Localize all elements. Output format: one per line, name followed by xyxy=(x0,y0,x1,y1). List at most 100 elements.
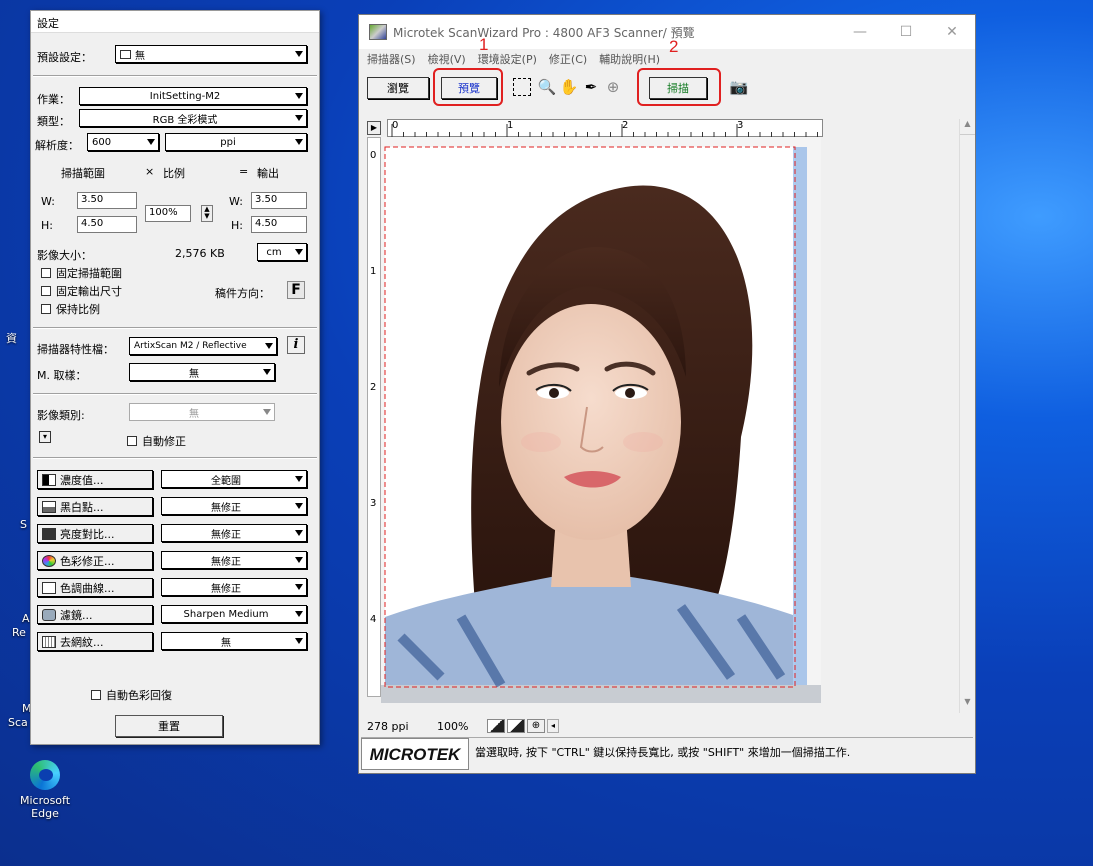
white-black-point-label: 黑白點... xyxy=(60,500,104,514)
resolution-unit-select[interactable]: ppi xyxy=(165,133,307,151)
highlight-preview xyxy=(433,68,503,106)
edge-label-line1: Microsoft xyxy=(19,794,71,807)
output-height-field[interactable]: 4.50 xyxy=(251,216,307,233)
scale-stepper[interactable]: ▲ ▼ xyxy=(201,205,213,222)
input-width-field[interactable]: 3.50 xyxy=(77,192,137,209)
orientation-button[interactable]: F xyxy=(287,281,305,299)
image-size-label: 影像大小： xyxy=(37,249,92,262)
resolution-unit: ppi xyxy=(220,136,236,148)
keep-ratio-checkbox[interactable]: 保持比例 xyxy=(41,301,100,317)
chevron-down-icon xyxy=(295,611,303,617)
preset-value: 無 xyxy=(135,50,145,62)
reset-button[interactable]: 重置 xyxy=(115,715,223,737)
filter-button[interactable]: 濾鏡... xyxy=(37,605,153,624)
chevron-down-icon xyxy=(295,249,303,255)
menu-help[interactable]: 輔助說明(H) xyxy=(599,51,660,67)
vertical-ruler: 0 1 2 3 4 xyxy=(367,137,381,697)
minimize-icon[interactable]: — xyxy=(837,15,883,49)
vertical-scrollbar[interactable]: ▲ ▼ xyxy=(959,119,975,713)
highlight-scan xyxy=(637,68,721,106)
sampling-select[interactable]: 無 xyxy=(129,363,275,381)
brightness-contrast-button[interactable]: 亮度對比... xyxy=(37,524,153,543)
density-select[interactable]: 全範圍 xyxy=(161,470,307,488)
ruler-h-label: 1 xyxy=(507,120,514,131)
scroll-down-icon[interactable]: ▼ xyxy=(960,697,975,713)
folder-icon xyxy=(120,49,131,59)
eyedropper-icon[interactable]: ✒ xyxy=(581,77,601,97)
white-black-point-select[interactable]: 無修正 xyxy=(161,497,307,515)
output-width-field[interactable]: 3.50 xyxy=(251,192,307,209)
maximize-icon[interactable]: ☐ xyxy=(883,15,929,49)
settings-title: 設定 xyxy=(31,11,319,33)
marquee-select-icon[interactable] xyxy=(513,78,531,96)
chevron-down-icon xyxy=(295,584,303,590)
ruler-h-label: 3 xyxy=(737,120,744,131)
tone-curve-button[interactable]: 色調曲線... xyxy=(37,578,153,597)
menu-correction[interactable]: 修正(C) xyxy=(549,51,587,67)
brightness-contrast-icon xyxy=(42,527,56,540)
preset-label: 預設設定： xyxy=(37,51,92,64)
filter-select[interactable]: Sharpen Medium xyxy=(161,605,307,623)
auto-color-restore-checkbox[interactable]: 自動色彩回復 xyxy=(91,687,172,703)
menu-scanner[interactable]: 掃描器(S) xyxy=(367,51,416,67)
descreen-button[interactable]: 去網紋... xyxy=(37,632,153,651)
color-correction-select[interactable]: 無修正 xyxy=(161,551,307,569)
ruler-toggle-icon[interactable]: ▶ xyxy=(367,121,381,135)
white-black-point-button[interactable]: 黑白點... xyxy=(37,497,153,516)
camera-icon[interactable]: 📷 xyxy=(729,77,749,97)
profile-select[interactable]: ArtixScan M2 / Reflective xyxy=(129,337,277,355)
image-type-select[interactable]: 無 xyxy=(129,403,275,421)
color-correction-button[interactable]: 色彩修正... xyxy=(37,551,153,570)
info-button[interactable]: i xyxy=(287,336,305,354)
tone-curve-select[interactable]: 無修正 xyxy=(161,578,307,596)
fix-area-checkbox[interactable]: 固定掃描範圍 xyxy=(41,265,122,281)
descreen-select[interactable]: 無 xyxy=(161,632,307,650)
desktop-label: 資 xyxy=(6,332,17,345)
histogram-icon[interactable] xyxy=(487,719,505,733)
size-unit-select[interactable]: cm xyxy=(257,243,307,261)
status-ppi: 278 ppi xyxy=(367,719,409,733)
density-label: 濃度值... xyxy=(60,473,104,487)
scale-label: 比例 xyxy=(163,167,185,180)
status-zoom: 100% xyxy=(437,719,469,733)
scale-field[interactable]: 100% xyxy=(145,205,191,222)
tone-curve-label: 色調曲線... xyxy=(60,581,115,595)
filter-icon xyxy=(42,608,56,621)
zoom-icon[interactable]: 🔍 xyxy=(537,77,557,97)
job-value: InitSetting-M2 xyxy=(149,90,221,102)
input-w-label: W: xyxy=(41,195,55,208)
descreen-icon xyxy=(42,635,56,648)
density-button[interactable]: 濃度值... xyxy=(37,470,153,489)
fix-output-checkbox[interactable]: 固定輸出尺寸 xyxy=(41,283,122,299)
target-small-icon[interactable]: ⊕ xyxy=(527,719,545,733)
color-correction-label: 色彩修正... xyxy=(60,554,115,568)
menu-view[interactable]: 檢視(V) xyxy=(428,51,466,67)
resolution-label: 解析度： xyxy=(35,139,79,152)
collapse-toggle-icon[interactable]: ▾ xyxy=(39,431,51,443)
curve-icon[interactable] xyxy=(507,719,525,733)
annotation-1: 1 xyxy=(479,35,489,54)
scroll-left-icon[interactable]: ◂ xyxy=(547,719,559,733)
browse-button[interactable]: 瀏覽 xyxy=(367,77,429,99)
checkbox-box xyxy=(41,268,51,278)
type-select[interactable]: RGB 全彩模式 xyxy=(79,109,307,127)
fix-area-label: 固定掃描範圍 xyxy=(56,267,122,280)
resolution-select[interactable]: 600 xyxy=(87,133,159,151)
chevron-down-icon xyxy=(295,557,303,563)
input-height-field[interactable]: 4.50 xyxy=(77,216,137,233)
brightness-contrast-select[interactable]: 無修正 xyxy=(161,524,307,542)
target-icon[interactable]: ⊕ xyxy=(603,77,623,97)
color-correction-value: 無修正 xyxy=(211,556,241,568)
job-select[interactable]: InitSetting-M2 xyxy=(79,87,307,105)
scanner-window: Microtek ScanWizard Pro : 4800 AF3 Scann… xyxy=(358,14,976,774)
preview-canvas[interactable] xyxy=(381,137,821,703)
edge-desktop-shortcut[interactable]: Microsoft Edge xyxy=(10,760,80,820)
auto-correct-checkbox[interactable]: 自動修正 xyxy=(127,433,186,449)
scan-area-label: 掃描範圍 xyxy=(61,167,105,180)
scroll-up-icon[interactable]: ▲ xyxy=(960,119,975,135)
preset-select[interactable]: 無 xyxy=(115,45,307,63)
chevron-down-icon xyxy=(295,51,303,57)
close-icon[interactable]: ✕ xyxy=(929,15,975,49)
hand-pan-icon[interactable]: ✋ xyxy=(559,77,579,97)
density-icon xyxy=(42,473,56,486)
